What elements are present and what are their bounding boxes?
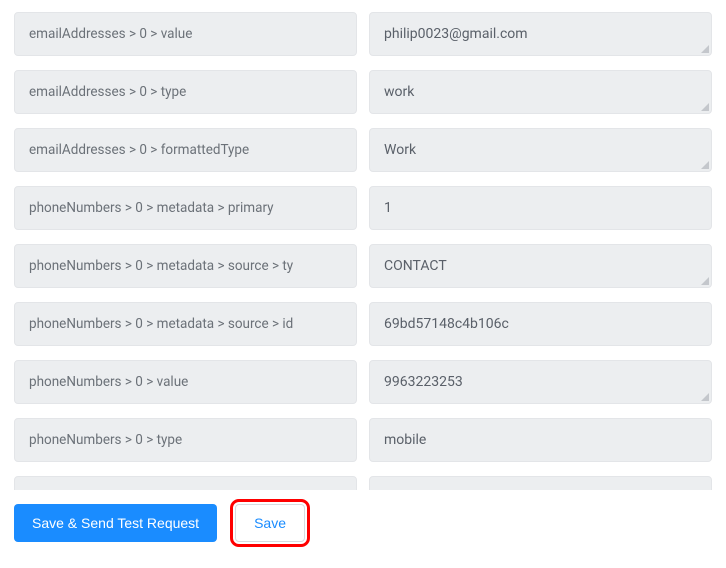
field-row: phoneNumbers > 0 > metadata > source > i… xyxy=(14,302,712,346)
save-button[interactable]: Save xyxy=(235,504,305,542)
field-key-input[interactable]: emailAddresses > 0 > type xyxy=(14,70,357,114)
field-row: emailAddresses > 0 > type work xyxy=(14,70,712,114)
field-row: phoneNumbers > 0 > type mobile xyxy=(14,418,712,462)
field-row: emailAddresses > 0 > formattedType Work xyxy=(14,128,712,172)
field-key-input[interactable]: phoneNumbers > 0 > type xyxy=(14,418,357,462)
field-row: phoneNumbers > 0 > value 9963223253 xyxy=(14,360,712,404)
field-row: phoneNumbers > 0 > metadata > source > t… xyxy=(14,244,712,288)
field-value-input[interactable]: 69bd57148c4b106c xyxy=(369,302,712,346)
field-key-input[interactable]: phoneNumbers > 0 > metadata > source > t… xyxy=(14,244,357,288)
field-row: emailAddresses > 0 > value philip0023@gma… xyxy=(14,12,712,56)
field-key-input[interactable]: phoneNumbers > 0 > metadata > source > i… xyxy=(14,302,357,346)
field-key-input[interactable]: phoneNumbers > 0 > formattedType xyxy=(14,476,357,490)
field-value-input[interactable]: Work xyxy=(369,128,712,172)
field-key-input[interactable]: emailAddresses > 0 > value xyxy=(14,12,357,56)
field-value-input[interactable]: work xyxy=(369,70,712,114)
field-key-input[interactable]: phoneNumbers > 0 > value xyxy=(14,360,357,404)
field-value-input[interactable]: 9963223253 xyxy=(369,360,712,404)
field-row: phoneNumbers > 0 > metadata > primary 1 xyxy=(14,186,712,230)
field-value-input[interactable]: philip0023@gmail.com xyxy=(369,12,712,56)
field-value-input[interactable]: 1 xyxy=(369,186,712,230)
field-value-input[interactable]: Mobile xyxy=(369,476,712,490)
action-bar: Save & Send Test Request Save xyxy=(0,490,726,556)
field-key-input[interactable]: phoneNumbers > 0 > metadata > primary xyxy=(14,186,357,230)
field-value-input[interactable]: CONTACT xyxy=(369,244,712,288)
field-value-input[interactable]: mobile xyxy=(369,418,712,462)
field-row: phoneNumbers > 0 > formattedType Mobile xyxy=(14,476,712,490)
save-send-test-button[interactable]: Save & Send Test Request xyxy=(14,504,217,542)
field-key-input[interactable]: emailAddresses > 0 > formattedType xyxy=(14,128,357,172)
fields-scroll-area[interactable]: emailAddresses > 0 > value philip0023@gma… xyxy=(0,0,726,490)
